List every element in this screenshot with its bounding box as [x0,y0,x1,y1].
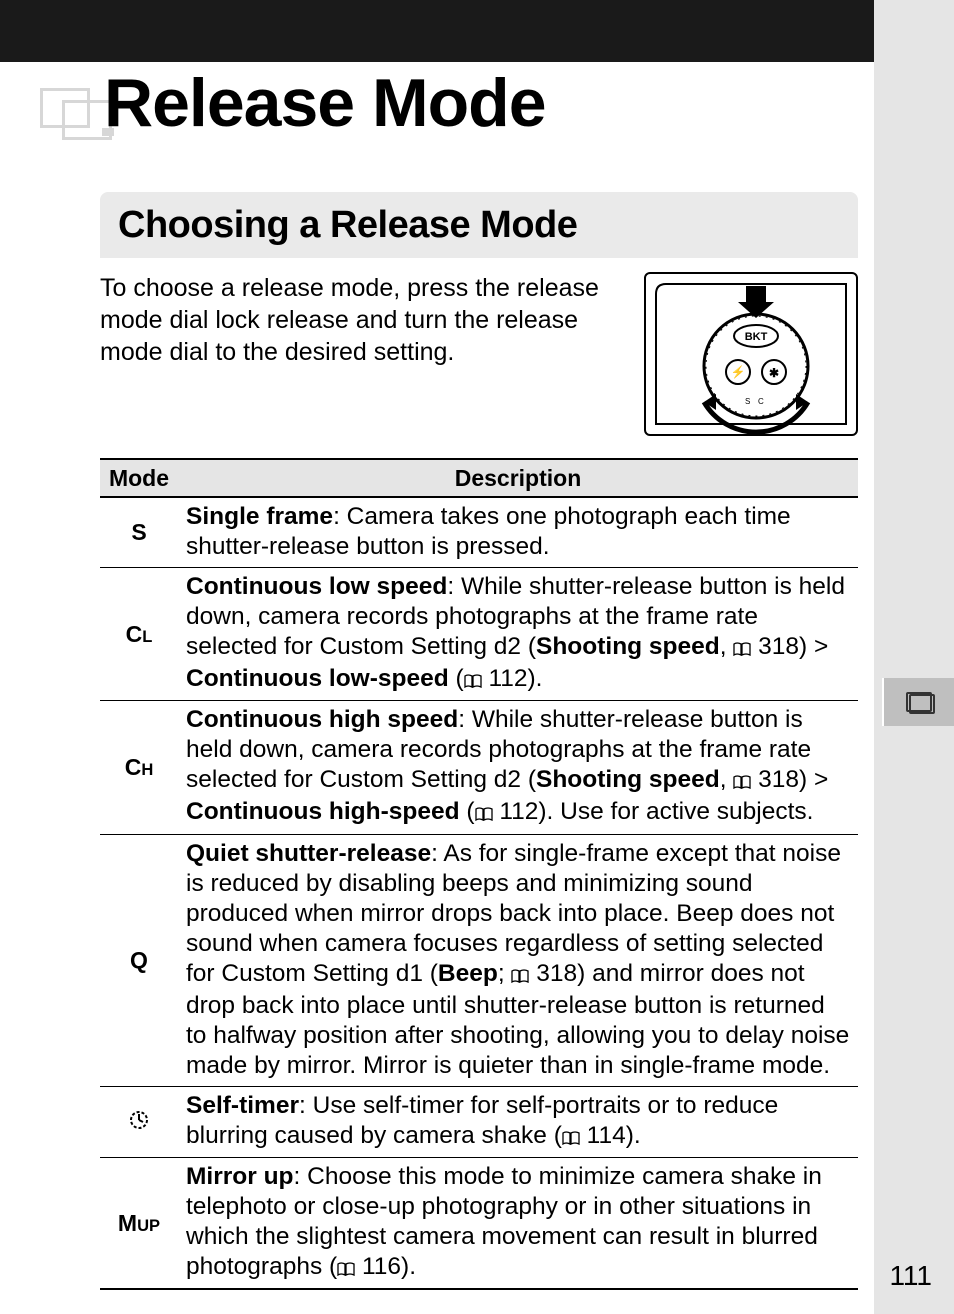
page-ref-icon [337,1254,355,1284]
page-ref-icon [733,767,751,797]
table-row: Self-timer: Use self-timer for self-port… [100,1086,858,1157]
description-cell: Continuous high speed: While shutter-rel… [178,701,858,835]
col-desc: Description [178,459,858,497]
page-ref-icon [562,1123,580,1153]
table-row: CHContinuous high speed: While shutter-r… [100,701,858,835]
svg-text:⚡: ⚡ [731,365,746,379]
description-cell: Quiet shutter-release: As for single-fra… [178,834,858,1086]
release-mode-table: Mode Description SSingle frame: Camera t… [100,458,858,1290]
table-row: MUPMirror up: Choose this mode to minimi… [100,1157,858,1289]
top-dark-bar [0,0,874,62]
section-heading: Choosing a Release Mode [100,192,858,258]
mode-cell: Q [100,834,178,1086]
chapter-icon [40,80,110,140]
self-timer-icon [128,1109,150,1135]
intro-text: To choose a release mode, press the rele… [100,272,626,368]
svg-text:✱: ✱ [769,366,779,380]
page-ref-icon [511,961,529,991]
chapter-tab-release-icon [882,678,954,726]
page-number: 111 [889,1260,932,1292]
mode-cell: CH [100,701,178,835]
chapter-title: Release Mode [104,64,546,142]
bkt-label: BKT [745,331,768,343]
right-gutter [874,0,954,1314]
page-ref-icon [475,799,493,829]
svg-text:S: S [745,397,750,406]
page-ref-icon [733,634,751,664]
mode-cell: S [100,497,178,567]
intro-row: To choose a release mode, press the rele… [100,272,858,436]
description-cell: Continuous low speed: While shutter-rele… [178,567,858,701]
description-cell: Self-timer: Use self-timer for self-port… [178,1086,858,1157]
mode-cell: MUP [100,1157,178,1289]
release-mode-dial-diagram: ⚡ ✱ BKT S C [644,272,858,436]
table-row: CLContinuous low speed: While shutter-re… [100,567,858,701]
mode-cell: CL [100,567,178,701]
col-mode: Mode [100,459,178,497]
svg-text:C: C [758,397,764,406]
table-row: SSingle frame: Camera takes one photogra… [100,497,858,567]
mode-cell [100,1086,178,1157]
table-row: QQuiet shutter-release: As for single-fr… [100,834,858,1086]
description-cell: Mirror up: Choose this mode to minimize … [178,1157,858,1289]
description-cell: Single frame: Camera takes one photograp… [178,497,858,567]
page-ref-icon [464,666,482,696]
